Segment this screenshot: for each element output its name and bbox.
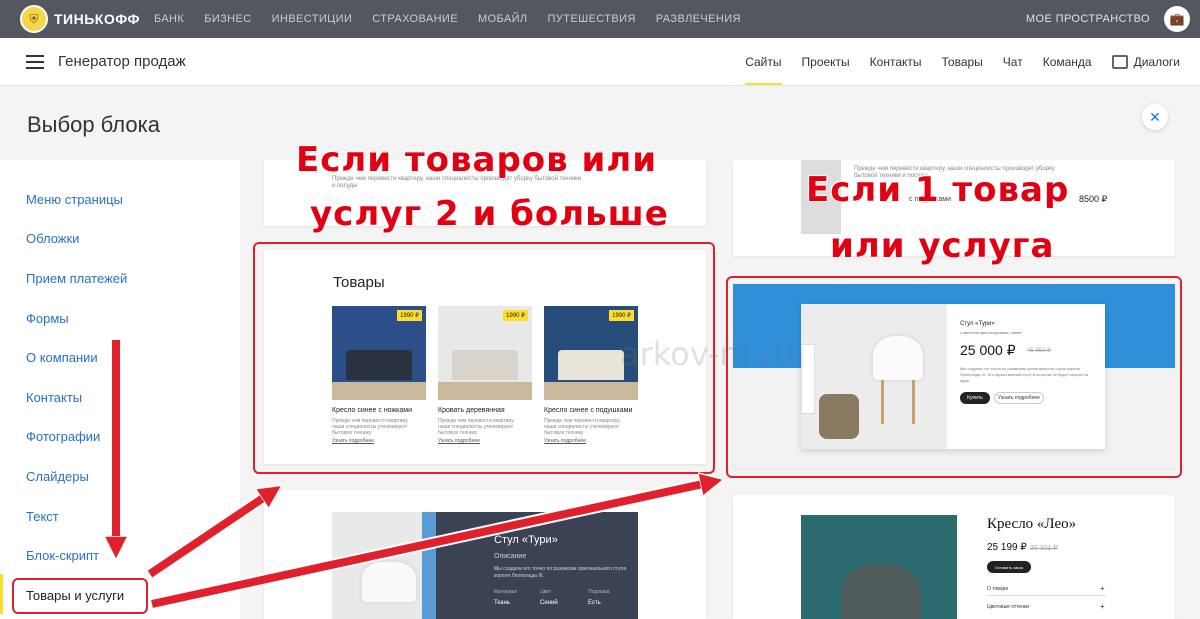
sidebar-item-payments[interactable]: Прием платежей: [26, 271, 127, 286]
single-product-card: Стул «Тури» 1-местное кресло-кровать, си…: [801, 304, 1105, 449]
close-button[interactable]: ✕: [1142, 104, 1168, 130]
product-name: Кресло синее с ножками: [332, 407, 413, 414]
main-nav: Сайты Проекты Контакты Товары Чат Команд…: [745, 38, 1180, 85]
single-product-title: Стул «Тури»: [960, 321, 995, 327]
sidebar-item-about[interactable]: О компании: [26, 350, 98, 365]
more-button[interactable]: Узнать подробнее: [994, 392, 1044, 404]
chair-photo: [801, 304, 947, 449]
tab-sites[interactable]: Сайты: [745, 38, 782, 85]
sidebar-item-photos[interactable]: Фотографии: [26, 429, 100, 444]
top-nav-insurance[interactable]: СТРАХОВАНИЕ: [372, 13, 458, 25]
sidebar-item-text[interactable]: Текст: [26, 509, 59, 524]
tab-contacts[interactable]: Контакты: [870, 38, 922, 85]
tab-dialogs[interactable]: Диалоги: [1111, 38, 1180, 85]
product-desc: Прежде чем перевести квартиру, наши спец…: [332, 418, 409, 436]
product-image: 1990 ₽: [438, 306, 532, 400]
app-header: Генератор продаж Сайты Проекты Контакты …: [0, 38, 1200, 86]
spec-label: Цвет: [540, 589, 552, 595]
stool-desc: Мы создали его точно по размерам оригина…: [494, 566, 627, 579]
spec-label: Материал: [494, 589, 518, 595]
top-right: МОЕ ПРОСТРАНСТВО 💼: [1026, 6, 1190, 32]
order-button[interactable]: Оставить заказ: [987, 561, 1031, 573]
chat-bubble-icon: [1111, 54, 1128, 69]
tab-dialogs-label: Диалоги: [1133, 54, 1180, 69]
top-nav-investments[interactable]: ИНВЕСТИЦИИ: [272, 13, 353, 25]
sidebar-item-covers[interactable]: Обложки: [26, 231, 79, 246]
brand-logo[interactable]: ⛨ ТИНЬКОФФ: [20, 5, 154, 33]
annotation-single-line2: или услуга: [830, 226, 1055, 266]
stool-subtitle: Описание: [494, 553, 527, 560]
divider: [987, 595, 1107, 596]
preview-price: 8500 ₽: [1079, 194, 1108, 204]
price-badge: 1990 ₽: [503, 310, 528, 321]
sidebar-item-page-menu[interactable]: Меню страницы: [26, 192, 123, 207]
product-desc: Прежде чем перевести квартиру, наши спец…: [544, 418, 621, 436]
top-nav-business[interactable]: БИЗНЕС: [204, 13, 251, 25]
price-badge: 1990 ₽: [397, 310, 422, 321]
stool-title: Стул «Тури»: [494, 534, 558, 546]
products-grid-title: Товары: [333, 274, 385, 291]
my-space-link[interactable]: МОЕ ПРОСТРАНСТВО: [1026, 13, 1150, 25]
stool-photo: [332, 512, 438, 619]
spec-value: Синий: [540, 600, 558, 606]
product-image: 1990 ₽: [544, 306, 638, 400]
product-more-link[interactable]: Узнать подробнее: [438, 438, 480, 444]
sidebar-item-forms[interactable]: Формы: [26, 311, 69, 326]
single-product-subtitle: 1-местное кресло-кровать, синее: [960, 330, 1022, 335]
sidebar-item-sliders[interactable]: Слайдеры: [26, 469, 89, 484]
product-more-link[interactable]: Узнать подробнее: [544, 438, 586, 444]
single-product-old-price: 45 950 ₽: [1027, 348, 1051, 354]
armchair-photo: [801, 515, 957, 619]
shield-emblem-icon: ⛨: [20, 5, 48, 33]
tab-team[interactable]: Команда: [1043, 38, 1092, 85]
panel-title: Выбор блока: [27, 112, 160, 137]
product-desc: Прежде чем перевести квартиру, наши спец…: [438, 418, 515, 436]
annotation-single-line1: Если 1 товар: [806, 170, 1070, 210]
top-bar: ⛨ ТИНЬКОФФ БАНК БИЗНЕС ИНВЕСТИЦИИ СТРАХО…: [0, 0, 1200, 38]
spec-value: Ткань: [494, 600, 510, 606]
leo-row-colors[interactable]: Цветовые оттенки: [987, 604, 1029, 610]
leo-title: Кресло «Лео»: [987, 516, 1077, 532]
leo-price: 25 199 ₽: [987, 542, 1027, 553]
top-nav-travel[interactable]: ПУТЕШЕСТВИЯ: [548, 13, 636, 25]
spec-value: Есть: [588, 600, 601, 606]
leo-old-price: 35 301 ₽: [1030, 545, 1058, 552]
product-name: Кровать деревянная: [438, 407, 505, 414]
top-nav-mobile[interactable]: МОБАЙЛ: [478, 13, 528, 25]
menu-icon[interactable]: [26, 54, 44, 69]
expand-plus-icon[interactable]: +: [1100, 602, 1105, 611]
product-image: 1990 ₽: [332, 306, 426, 400]
app-title: Генератор продаж: [58, 53, 186, 70]
tab-projects[interactable]: Проекты: [802, 38, 850, 85]
product-more-link[interactable]: Узнать подробнее: [332, 438, 374, 444]
briefcase-icon[interactable]: 💼: [1164, 6, 1190, 32]
product-name: Кресло синее с подушками: [544, 407, 633, 414]
leo-row-about[interactable]: О товаре: [987, 586, 1008, 592]
annotation-multi-line1: Если товаров или: [296, 140, 658, 180]
top-nav-bank[interactable]: БАНК: [154, 13, 184, 25]
sidebar-item-contacts[interactable]: Контакты: [26, 390, 82, 405]
sidebar-item-products-services[interactable]: Товары и услуги: [26, 588, 124, 603]
single-product-desc: Мы создали его точно по размерам оригина…: [960, 366, 1088, 383]
top-nav: БАНК БИЗНЕС ИНВЕСТИЦИИ СТРАХОВАНИЕ МОБАЙ…: [154, 13, 741, 25]
sidebar-item-script-block[interactable]: Блок-скрипт: [26, 548, 99, 563]
buy-button[interactable]: Купить: [960, 392, 990, 404]
spec-label: Подошва: [588, 589, 610, 595]
single-product-price: 25 000 ₽: [960, 342, 1016, 358]
brand-name: ТИНЬКОФФ: [54, 11, 140, 27]
top-nav-entertainment[interactable]: РАЗВЛЕЧЕНИЯ: [656, 13, 741, 25]
active-item-indicator: [0, 574, 3, 614]
stool-info-panel: Стул «Тури» Описание Мы создали его точн…: [436, 512, 638, 619]
tab-chat[interactable]: Чат: [1003, 38, 1023, 85]
annotation-multi-line2: услуг 2 и больше: [310, 194, 669, 234]
tab-products[interactable]: Товары: [942, 38, 983, 85]
expand-plus-icon[interactable]: +: [1100, 584, 1105, 593]
price-badge: 1990 ₽: [609, 310, 634, 321]
